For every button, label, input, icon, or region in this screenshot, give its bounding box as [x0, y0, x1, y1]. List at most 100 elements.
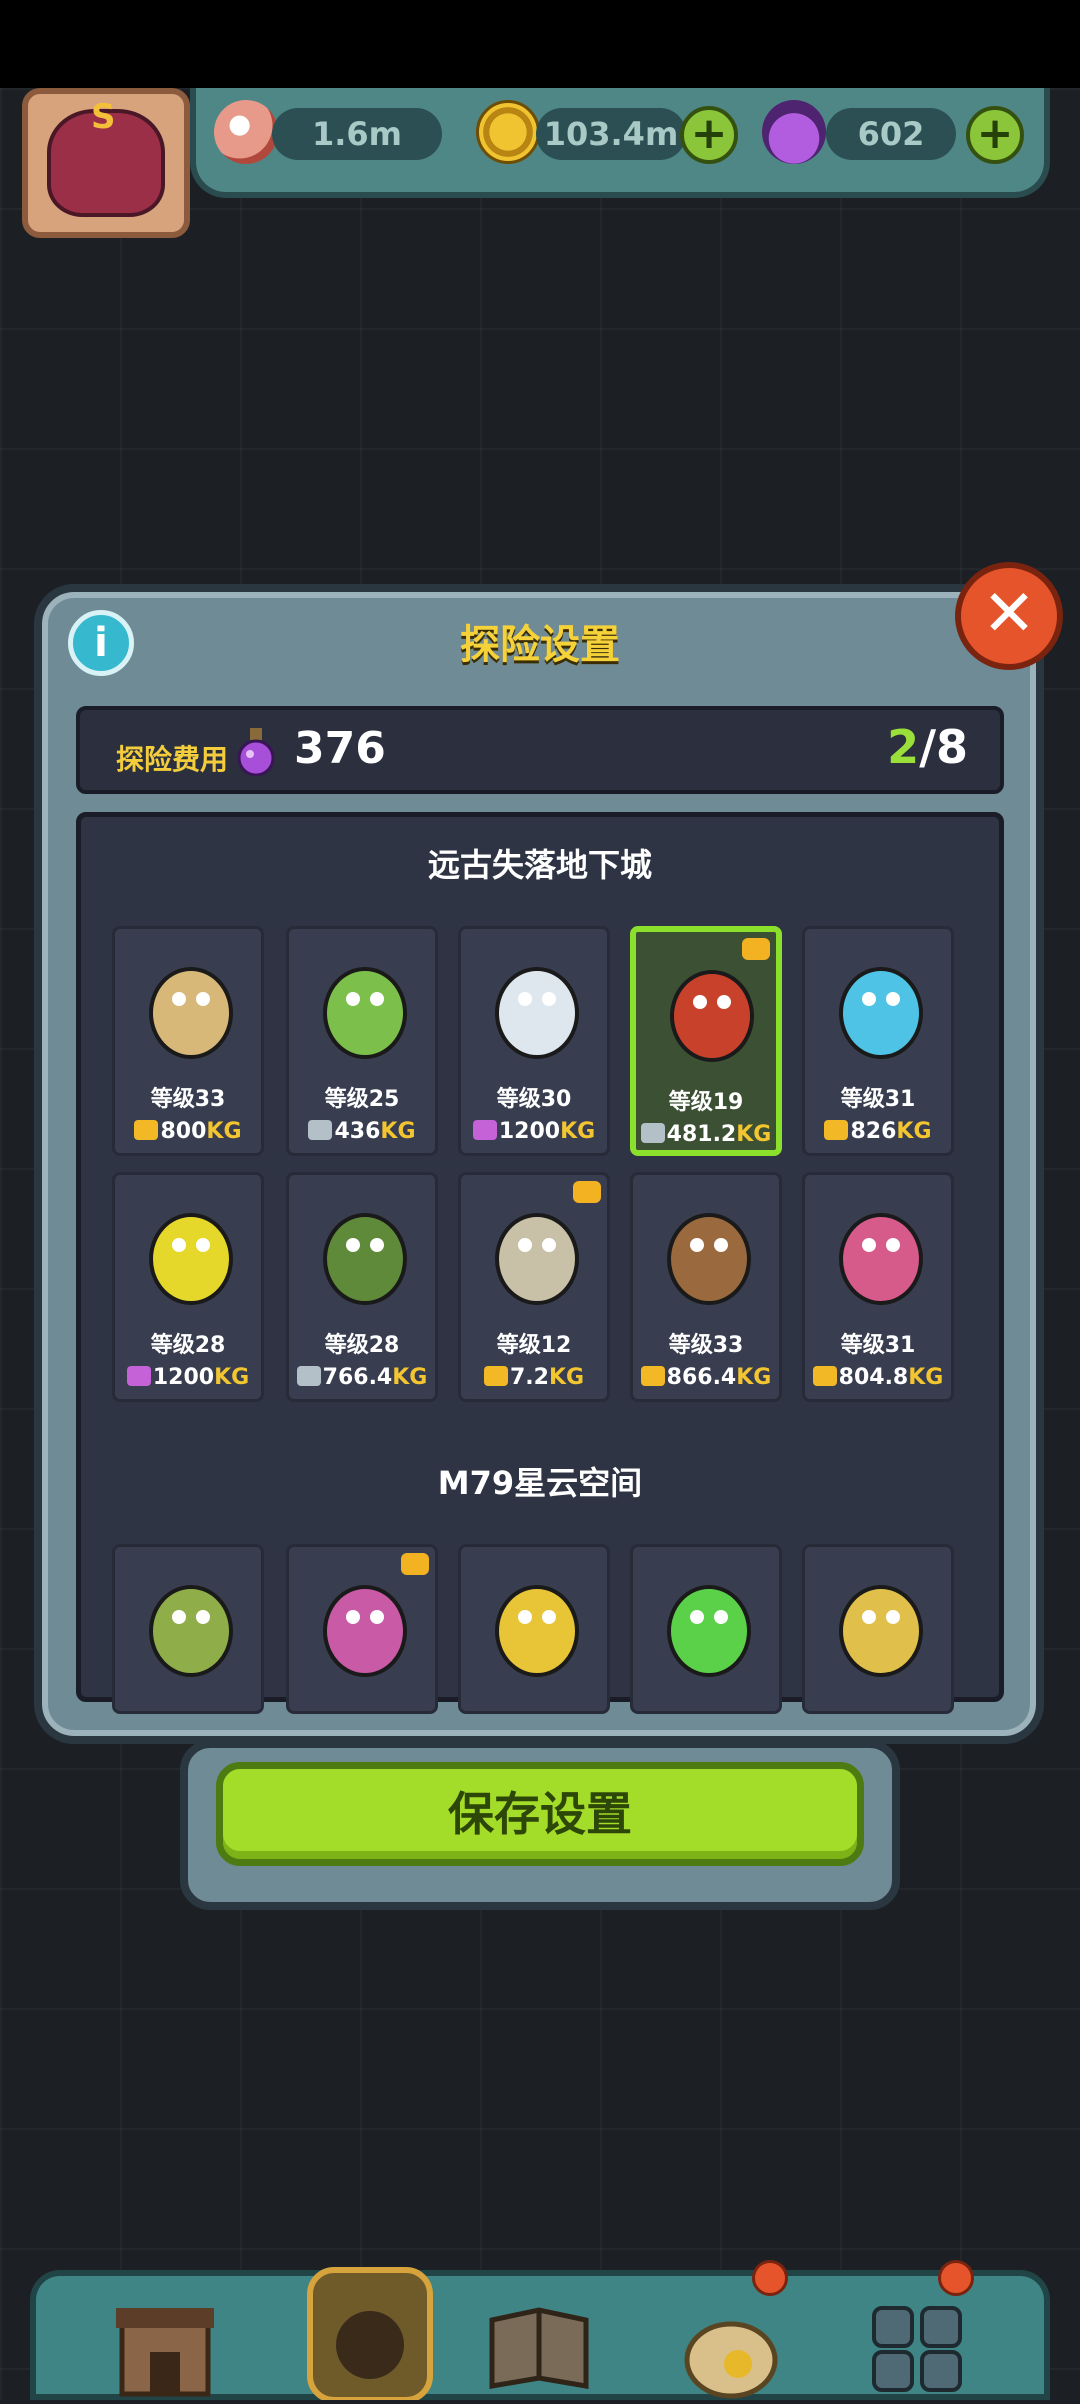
- monster-weight: 804.8KG: [805, 1365, 951, 1390]
- monster-level: 等级33: [668, 1333, 744, 1358]
- monster-card[interactable]: 等级31 804.8KG: [802, 1172, 954, 1402]
- weight-value: 826: [850, 1119, 897, 1144]
- monster-weight: 436KG: [289, 1119, 435, 1144]
- info-icon: i: [94, 620, 108, 666]
- weight-icon: [824, 1120, 849, 1140]
- weight-unit: KG: [206, 1119, 242, 1144]
- status-bar: [0, 0, 1080, 88]
- monster-level: 等级31: [840, 1087, 916, 1112]
- monster-portrait-icon: [323, 967, 407, 1059]
- weight-value: 866.4: [666, 1365, 737, 1390]
- weight-value: 436: [334, 1119, 381, 1144]
- monster-card[interactable]: [802, 1544, 954, 1714]
- monster-card[interactable]: 等级30 1200KG: [458, 926, 610, 1156]
- weight-unit: KG: [908, 1365, 944, 1390]
- monster-level: 等级28: [150, 1333, 226, 1358]
- weight-value: 766.4: [322, 1365, 393, 1390]
- weight-unit: KG: [736, 1122, 772, 1147]
- monster-card[interactable]: 等级19 481.2KG: [630, 926, 782, 1156]
- monster-weight: 7.2KG: [461, 1365, 607, 1390]
- weight-icon: [134, 1120, 159, 1140]
- coin-currency-value: 103.4m: [536, 108, 686, 160]
- weight-icon: [483, 1366, 508, 1386]
- monster-level: 等级31: [840, 1333, 916, 1358]
- weight-icon: [812, 1366, 837, 1386]
- monster-card[interactable]: 等级33 866.4KG: [630, 1172, 782, 1402]
- slots-total: /8: [919, 720, 968, 774]
- weight-icon: [308, 1120, 333, 1140]
- monster-portrait-icon: [323, 1585, 407, 1677]
- new-badge-icon: [742, 938, 770, 960]
- monster-level: 等级19: [668, 1090, 744, 1115]
- monster-portrait-icon: [149, 1585, 233, 1677]
- player-avatar[interactable]: [22, 88, 190, 238]
- expedition-cost-value: 376: [294, 723, 386, 774]
- weight-unit: KG: [380, 1119, 416, 1144]
- info-button[interactable]: i: [68, 610, 134, 676]
- expedition-cost-label: 探险费用: [116, 743, 229, 776]
- monster-level: 等级28: [324, 1333, 400, 1358]
- monster-card[interactable]: [286, 1544, 438, 1714]
- weight-unit: KG: [214, 1365, 250, 1390]
- weight-unit: KG: [560, 1119, 596, 1144]
- monster-card[interactable]: [458, 1544, 610, 1714]
- weight-value: 804.8: [838, 1365, 909, 1390]
- weight-value: 1200: [498, 1119, 561, 1144]
- new-badge-icon: [573, 1181, 601, 1203]
- potion-icon: [237, 728, 275, 776]
- team-slots-counter: 2/8: [887, 720, 968, 774]
- eye-currency-value: 1.6m: [272, 108, 442, 160]
- weight-value: 481.2: [666, 1122, 737, 1147]
- monster-weight: 766.4KG: [289, 1365, 435, 1390]
- monster-portrait-icon: [495, 1213, 579, 1305]
- monster-portrait-icon: [839, 967, 923, 1059]
- dialog-title: 探险设置: [460, 622, 620, 668]
- weight-unit: KG: [736, 1365, 772, 1390]
- monster-level: 等级30: [496, 1087, 572, 1112]
- slots-current: 2: [887, 720, 920, 774]
- monster-card[interactable]: 等级31 826KG: [802, 926, 954, 1156]
- potion-currency-value: 602: [826, 108, 956, 160]
- weight-value: 1200: [152, 1365, 215, 1390]
- eye-currency-icon: [214, 100, 278, 164]
- add-potions-button[interactable]: +: [966, 106, 1024, 164]
- weight-icon: [472, 1120, 497, 1140]
- close-button[interactable]: ✕: [955, 562, 1063, 670]
- monster-weight: 1200KG: [461, 1119, 607, 1144]
- monster-card[interactable]: 等级28 1200KG: [112, 1172, 264, 1402]
- monster-weight: 481.2KG: [636, 1122, 776, 1147]
- monster-level: 等级33: [150, 1087, 226, 1112]
- notification-dot: [752, 2260, 788, 2296]
- section-title-ancient-dungeon: 远古失落地下城: [427, 846, 652, 884]
- avatar-monster-icon: [47, 97, 165, 217]
- save-settings-button[interactable]: 保存设置: [216, 1762, 864, 1866]
- notification-dot: [938, 2260, 974, 2296]
- nav-shop-icon[interactable]: [110, 2290, 220, 2400]
- weight-unit: KG: [392, 1365, 428, 1390]
- monster-card[interactable]: [630, 1544, 782, 1714]
- monster-card[interactable]: 等级28 766.4KG: [286, 1172, 438, 1402]
- monster-card[interactable]: 等级33 800KG: [112, 926, 264, 1156]
- monster-weight: 866.4KG: [633, 1365, 779, 1390]
- monster-portrait-icon: [839, 1585, 923, 1677]
- coin-currency-icon: [476, 100, 540, 164]
- add-coins-button[interactable]: +: [680, 106, 738, 164]
- section-title-m79-nebula: M79星云空间: [437, 1464, 643, 1502]
- monster-level: 等级25: [324, 1087, 400, 1112]
- monster-portrait-icon: [839, 1213, 923, 1305]
- monster-card[interactable]: [112, 1544, 264, 1714]
- nav-bag-icon[interactable]: [676, 2290, 786, 2400]
- monster-portrait-icon: [667, 1213, 751, 1305]
- close-icon: ✕: [982, 577, 1036, 651]
- monster-level: 等级12: [496, 1333, 572, 1358]
- monster-card[interactable]: 等级25 436KG: [286, 926, 438, 1156]
- monster-card[interactable]: 等级12 7.2KG: [458, 1172, 610, 1402]
- weight-value: 800: [160, 1119, 207, 1144]
- monster-weight: 1200KG: [115, 1365, 261, 1390]
- monster-portrait-icon: [149, 1213, 233, 1305]
- weight-icon: [126, 1366, 151, 1386]
- weight-unit: KG: [548, 1365, 585, 1390]
- nav-grid-icon[interactable]: [864, 2290, 974, 2400]
- nav-book-icon[interactable]: [484, 2290, 594, 2400]
- nav-dungeon-icon[interactable]: [300, 2260, 440, 2403]
